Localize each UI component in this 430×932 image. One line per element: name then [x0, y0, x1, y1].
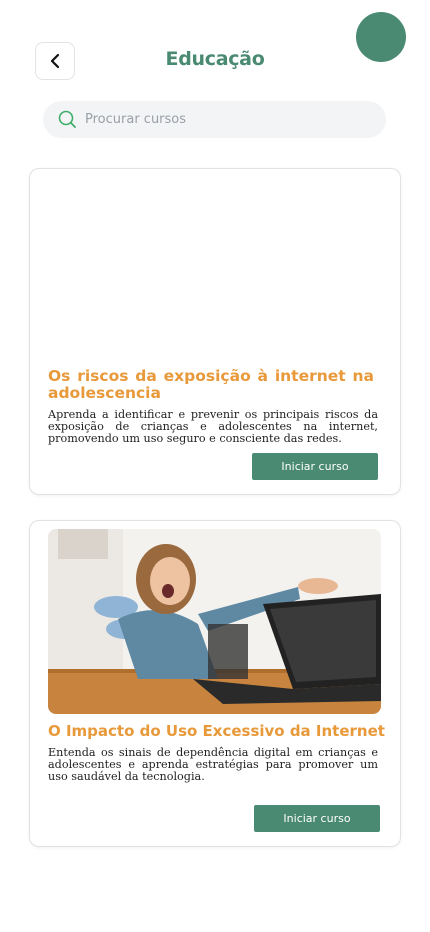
- course-card[interactable]: Os riscos da exposição à internet na ado…: [29, 168, 401, 495]
- course-description: Entenda os sinais de dependência digital…: [48, 746, 378, 783]
- start-course-button[interactable]: Iniciar curso: [254, 805, 380, 832]
- course-description: Aprenda a identificar e prevenir os prin…: [48, 408, 378, 445]
- course-title: O Impacto do Uso Excessivo da Internet: [48, 722, 385, 740]
- course-title: Os riscos da exposição à internet na ado…: [48, 367, 374, 402]
- search-input[interactable]: [83, 111, 357, 128]
- course-card[interactable]: O Impacto do Uso Excessivo da Internet E…: [29, 520, 401, 847]
- course-image-placeholder: [48, 177, 381, 362]
- page-title: Educação: [165, 48, 265, 70]
- course-photo-illustration: [48, 529, 381, 714]
- search-icon: [58, 110, 76, 128]
- course-image: [48, 529, 381, 714]
- start-course-button[interactable]: Iniciar curso: [252, 453, 378, 480]
- search-bar[interactable]: [43, 101, 386, 138]
